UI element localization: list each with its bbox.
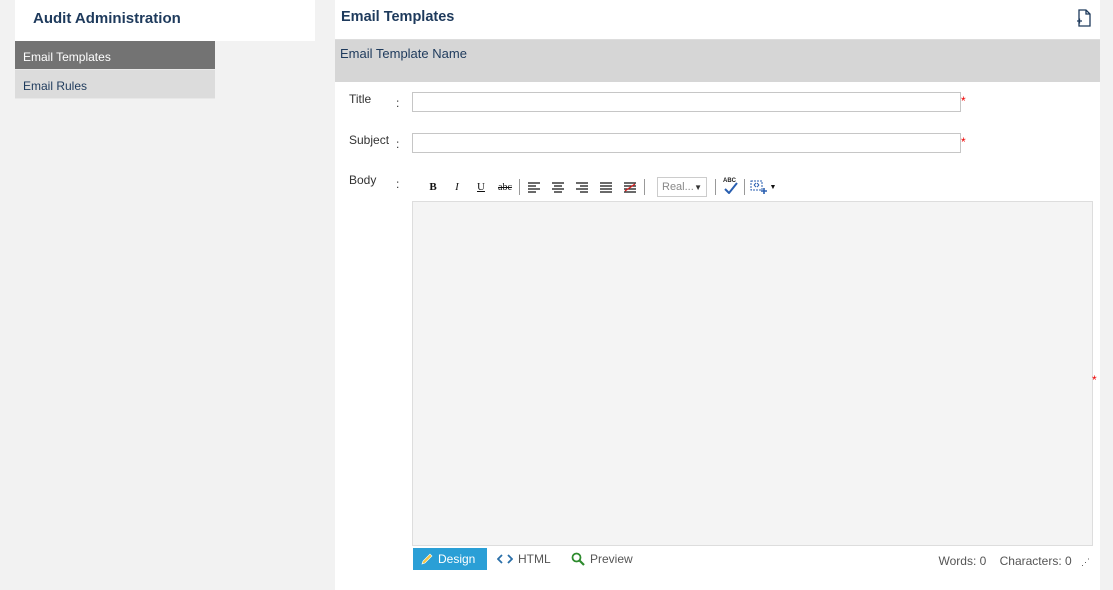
chevron-down-icon: ▼ — [694, 182, 702, 192]
subject-colon: : — [396, 137, 400, 151]
align-center-icon — [552, 182, 564, 193]
character-count: Characters: 0 — [999, 554, 1072, 568]
subject-input[interactable] — [412, 133, 961, 153]
spellcheck-button[interactable]: ABC — [718, 177, 742, 197]
align-right-icon — [576, 182, 588, 193]
editor-toolbar: B I U abc Real... ▼ ABC ▼ — [421, 177, 779, 197]
subject-label: Subject — [349, 133, 390, 147]
body-colon: : — [396, 177, 400, 191]
main-panel: Email Templates Email Template Name Titl… — [335, 0, 1100, 590]
design-mode-label: Design — [438, 552, 476, 566]
align-right-button[interactable] — [570, 177, 594, 197]
page-title: Email Templates — [341, 9, 455, 25]
insert-snippet-button[interactable]: ▼ — [747, 177, 779, 197]
chevron-down-icon: ▼ — [769, 183, 777, 191]
word-count-status: Words: 0 Characters: 0 ⋰ — [938, 554, 1090, 568]
underline-button[interactable]: U — [469, 177, 493, 197]
section-title-bar: Email Template Name — [335, 40, 1100, 82]
pencil-icon — [421, 553, 433, 565]
sidebar-nav: Email Templates Email Rules — [15, 41, 215, 99]
align-center-button[interactable] — [546, 177, 570, 197]
body-required-mark: * — [1092, 373, 1097, 387]
sidebar-item-email-templates[interactable]: Email Templates — [15, 41, 215, 70]
title-input[interactable] — [412, 92, 961, 112]
body-editor[interactable] — [412, 201, 1093, 546]
new-document-icon[interactable] — [1076, 9, 1092, 27]
preview-mode-label: Preview — [590, 552, 633, 566]
word-count: Words: 0 — [938, 554, 987, 568]
magnifier-icon — [571, 552, 585, 566]
subject-required-mark: * — [961, 135, 966, 149]
title-required-mark: * — [961, 94, 966, 108]
resize-grip-icon[interactable]: ⋰ — [1081, 557, 1090, 567]
insert-snippet-icon — [750, 180, 767, 194]
editor-mode-bar: Design HTML Preview Words: 0 Characters:… — [413, 548, 1093, 572]
spellcheck-label: ABC — [723, 178, 736, 184]
html-mode-label: HTML — [518, 552, 551, 566]
title-label: Title — [349, 92, 372, 106]
toolbar-separator — [519, 179, 520, 195]
toolbar-separator — [715, 179, 716, 195]
clear-format-button[interactable] — [618, 177, 642, 197]
clear-format-icon — [624, 182, 636, 193]
font-select-value: Real... — [662, 181, 694, 193]
preview-mode-button[interactable]: Preview — [563, 548, 633, 570]
left-panel: Audit Administration Email Templates Ema… — [15, 0, 315, 590]
html-mode-button[interactable]: HTML — [489, 548, 551, 570]
section-title: Email Template Name — [340, 46, 467, 61]
page-header: Email Templates — [335, 0, 1100, 40]
align-left-button[interactable] — [522, 177, 546, 197]
code-icon — [497, 554, 513, 564]
bold-button[interactable]: B — [421, 177, 445, 197]
toolbar-separator — [744, 179, 745, 195]
title-colon: : — [396, 96, 400, 110]
justify-button[interactable] — [594, 177, 618, 197]
sidebar-item-email-rules[interactable]: Email Rules — [15, 70, 215, 99]
justify-icon — [600, 182, 612, 193]
italic-button[interactable]: I — [445, 177, 469, 197]
align-left-icon — [528, 182, 540, 193]
font-select[interactable]: Real... ▼ — [657, 177, 707, 197]
toolbar-separator — [644, 179, 645, 195]
strikethrough-button[interactable]: abc — [493, 177, 517, 197]
design-mode-button[interactable]: Design — [413, 548, 487, 570]
sidebar-title: Audit Administration — [15, 0, 315, 41]
body-label: Body — [349, 173, 377, 187]
